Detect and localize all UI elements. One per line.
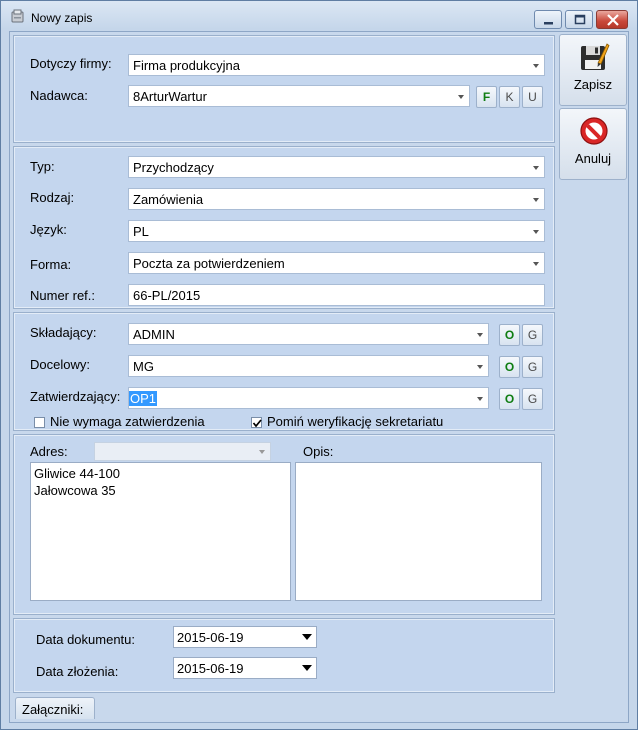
company-panel: Dotyczy firmy: Firma produkcyjna Nadawca… xyxy=(13,35,555,143)
close-button[interactable] xyxy=(596,10,628,29)
submitter-value: ADMIN xyxy=(133,327,175,342)
document-date-label: Data dokumentu: xyxy=(36,632,136,647)
save-button[interactable]: Zapisz xyxy=(559,34,627,106)
sender-label: Nadawca: xyxy=(30,88,88,103)
tab-attachments[interactable]: Załączniki: xyxy=(15,697,95,719)
save-label: Zapisz xyxy=(573,77,613,92)
no-approval-checkbox[interactable] xyxy=(34,417,45,428)
action-sidebar: Zapisz Anuluj xyxy=(559,32,627,722)
approver-label: Zatwierdzający: xyxy=(30,389,121,404)
sender-value: 8ArturWartur xyxy=(133,89,207,104)
maximize-icon xyxy=(574,14,586,25)
cancel-icon xyxy=(580,117,608,145)
target-g-button[interactable]: G xyxy=(522,356,543,378)
people-panel: Składający: ADMIN O G Docelowy: MG O G Z… xyxy=(13,312,555,431)
cancel-label: Anuluj xyxy=(574,151,612,166)
target-combo[interactable]: MG xyxy=(128,355,489,377)
app-icon xyxy=(11,9,24,23)
title-bar[interactable]: Nowy zapis xyxy=(1,1,637,31)
approver-g-button[interactable]: G xyxy=(522,388,543,410)
chevron-down-icon xyxy=(477,333,483,337)
kind-combo[interactable]: Zamówienia xyxy=(128,188,545,210)
chevron-down-icon xyxy=(477,397,483,401)
chevron-down-icon xyxy=(533,262,539,266)
filed-date-value: 2015-06-19 xyxy=(177,661,244,676)
filed-date-picker[interactable]: 2015-06-19 xyxy=(173,657,317,679)
language-combo[interactable]: PL xyxy=(128,220,545,242)
ref-input[interactable]: 66-PL/2015 xyxy=(128,284,545,306)
submitter-g-button[interactable]: G xyxy=(522,324,543,346)
address-panel: Adres: Opis: Gliwice 44-100 Jałowcowa 35 xyxy=(13,434,555,615)
address-textarea[interactable]: Gliwice 44-100 Jałowcowa 35 xyxy=(30,462,291,601)
language-value: PL xyxy=(133,224,149,239)
chevron-down-icon xyxy=(458,95,464,99)
company-label: Dotyczy firmy: xyxy=(30,56,112,71)
approver-o-button[interactable]: O xyxy=(499,388,520,410)
form-combo[interactable]: Poczta za potwierdzeniem xyxy=(128,252,545,274)
address-combo[interactable] xyxy=(94,442,271,461)
submitter-combo[interactable]: ADMIN xyxy=(128,323,489,345)
target-label: Docelowy: xyxy=(30,357,90,372)
sender-combo[interactable]: 8ArturWartur xyxy=(128,85,470,107)
type-combo[interactable]: Przychodzący xyxy=(128,156,545,178)
calendar-dropdown-icon[interactable] xyxy=(298,627,316,647)
form-label: Forma: xyxy=(30,257,72,272)
document-date-picker[interactable]: 2015-06-19 xyxy=(173,626,317,648)
chevron-down-icon xyxy=(533,64,539,68)
minimize-icon xyxy=(544,22,553,25)
calendar-dropdown-icon[interactable] xyxy=(298,658,316,678)
submitter-o-button[interactable]: O xyxy=(499,324,520,346)
kind-value: Zamówienia xyxy=(133,192,204,207)
form-value: Poczta za potwierdzeniem xyxy=(133,256,285,271)
dialog-body: Dotyczy firmy: Firma produkcyjna Nadawca… xyxy=(9,31,629,723)
minimize-button[interactable] xyxy=(534,10,562,29)
ref-value: 66-PL/2015 xyxy=(133,288,201,303)
sender-u-button[interactable]: U xyxy=(522,86,543,108)
checkmark-icon xyxy=(252,419,262,428)
save-icon xyxy=(581,43,610,70)
tab-bar: Załączniki: xyxy=(13,695,555,721)
ref-label: Numer ref.: xyxy=(30,288,96,303)
skip-secretariat-checkbox[interactable] xyxy=(251,417,262,428)
chevron-down-icon xyxy=(533,230,539,234)
approver-value: OP1 xyxy=(129,391,158,406)
address-line: Jałowcowa 35 xyxy=(34,483,116,498)
dates-panel: Data dokumentu: 2015-06-19 Data złożenia… xyxy=(13,618,555,693)
address-line: Gliwice 44-100 xyxy=(34,466,120,481)
target-o-button[interactable]: O xyxy=(499,356,520,378)
sender-k-button[interactable]: K xyxy=(499,86,520,108)
language-label: Język: xyxy=(30,222,67,237)
target-value: MG xyxy=(133,359,154,374)
type-label: Typ: xyxy=(30,159,55,174)
skip-secretariat-label: Pomiń weryfikację sekretariatu xyxy=(267,414,444,429)
submitter-label: Składający: xyxy=(30,325,97,340)
dialog-window: Nowy zapis Dotyczy firmy: Firma produkcy… xyxy=(0,0,638,730)
sender-f-button[interactable]: F xyxy=(476,86,497,108)
address-label: Adres: xyxy=(30,444,68,459)
maximize-button[interactable] xyxy=(565,10,593,29)
approver-combo[interactable]: OP1 xyxy=(128,387,489,409)
cancel-button[interactable]: Anuluj xyxy=(559,108,627,180)
details-panel: Typ: Przychodzący Rodzaj: Zamówienia Jęz… xyxy=(13,146,555,309)
document-date-value: 2015-06-19 xyxy=(177,630,244,645)
close-icon xyxy=(607,14,619,26)
filed-date-label: Data złożenia: xyxy=(36,664,119,679)
window-title: Nowy zapis xyxy=(31,11,93,25)
type-value: Przychodzący xyxy=(133,160,214,175)
company-combo[interactable]: Firma produkcyjna xyxy=(128,54,545,76)
chevron-down-icon xyxy=(259,450,265,454)
no-approval-label: Nie wymaga zatwierdzenia xyxy=(50,414,205,429)
company-value: Firma produkcyjna xyxy=(133,58,240,73)
chevron-down-icon xyxy=(533,166,539,170)
chevron-down-icon xyxy=(477,365,483,369)
description-textarea[interactable] xyxy=(295,462,542,601)
description-label: Opis: xyxy=(303,444,334,459)
chevron-down-icon xyxy=(533,198,539,202)
kind-label: Rodzaj: xyxy=(30,190,75,205)
